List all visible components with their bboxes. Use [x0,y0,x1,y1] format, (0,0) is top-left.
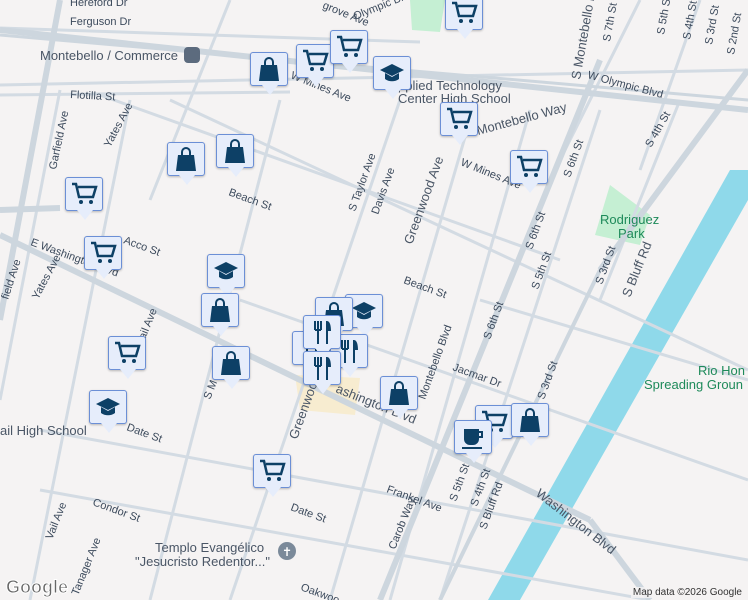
street-label: Flotilla St [70,89,116,103]
map-attribution[interactable]: Map data ©2026 Google [630,587,744,598]
restaurant-marker[interactable] [303,315,341,358]
shopping-bag-icon [176,147,196,171]
coffee-cup-icon [462,429,483,449]
street-label: S Bluff Rd [619,239,655,299]
street-label: Yates Ave [102,101,135,149]
shopping-cart-icon [72,182,98,204]
store-marker[interactable] [201,293,239,336]
grocery-marker[interactable] [510,150,548,193]
park-label: Rodriguez [600,212,659,227]
google-logo[interactable]: Google [6,577,69,598]
shopping-cart-icon [115,341,141,363]
street-label: Date St [289,502,328,526]
shopping-bag-icon [225,139,245,163]
street-label: S 6th St [524,210,549,251]
shopping-bag-icon [259,57,279,81]
graduation-cap-icon [214,262,238,280]
street-label: Condor St [91,497,142,525]
church-label: Templo Evangélico [155,540,264,555]
station-label: Montebello / Commerce [40,48,178,63]
street-label: Greenwood Ave [401,154,447,246]
graduation-cap-icon [380,64,404,82]
school-marker[interactable] [89,390,127,433]
school-marker[interactable] [207,254,245,297]
street-label: S 3rd St [703,4,722,45]
street-label: Beach St [227,187,273,214]
street-label: Olympic Blvd [352,0,416,23]
grocery-marker[interactable] [445,0,483,39]
shopping-cart-icon [337,35,363,57]
street-label: Ferguson Dr [70,16,131,28]
street-label: S 4th St [681,0,700,41]
shopping-cart-icon [303,49,329,71]
shopping-cart-icon [260,459,286,481]
grocery-marker[interactable] [84,236,122,279]
grocery-marker[interactable] [296,44,334,87]
park-label: Rio Hon [698,363,745,378]
school-label: ail High School [0,423,87,438]
store-marker[interactable] [250,52,288,95]
store-marker[interactable] [511,403,549,446]
park-label: Park [618,226,645,241]
store-marker[interactable] [167,142,205,185]
restaurant-marker[interactable] [303,351,341,394]
train-station-icon[interactable] [184,47,200,63]
graduation-cap-icon [352,302,376,320]
street-label: S 5th St [655,0,674,36]
street-label: S 7th St [601,2,620,43]
shopping-cart-icon [447,107,473,129]
street-label: Hereford Dr [70,0,128,9]
park-label: Spreading Groun [644,377,743,392]
cross-icon: ✝ [282,545,292,559]
shopping-bag-icon [221,351,241,375]
grocery-marker[interactable] [440,102,478,145]
shopping-bag-icon [389,381,409,405]
street-label: S 3rd St [536,360,561,401]
street-label: S M [202,378,220,401]
store-marker[interactable] [216,134,254,177]
shopping-bag-icon [520,408,540,432]
store-marker[interactable] [212,346,250,389]
fork-knife-icon [314,321,331,344]
fork-knife-icon [314,357,331,380]
street-label: Date St [125,422,164,446]
grocery-marker[interactable] [108,336,146,379]
shopping-cart-icon [517,155,543,177]
shopping-cart-icon [91,241,117,263]
grocery-marker[interactable] [253,454,291,497]
shopping-cart-icon [452,1,478,23]
graduation-cap-icon [96,398,120,416]
street-label: S 6th St [482,300,507,341]
grocery-marker[interactable] [65,177,103,220]
store-marker[interactable] [380,376,418,419]
shopping-bag-icon [210,298,230,322]
street-label: Acco St [122,235,162,259]
school-marker[interactable] [373,56,411,99]
street-label: S 5th St [448,462,473,503]
church-label: "Jesucristo Redentor..." [135,554,270,569]
street-label: Tanager Ave [70,536,104,597]
street-label: S 2nd St [725,12,744,56]
cafe-marker[interactable] [454,420,492,463]
grocery-marker[interactable] [330,30,368,73]
